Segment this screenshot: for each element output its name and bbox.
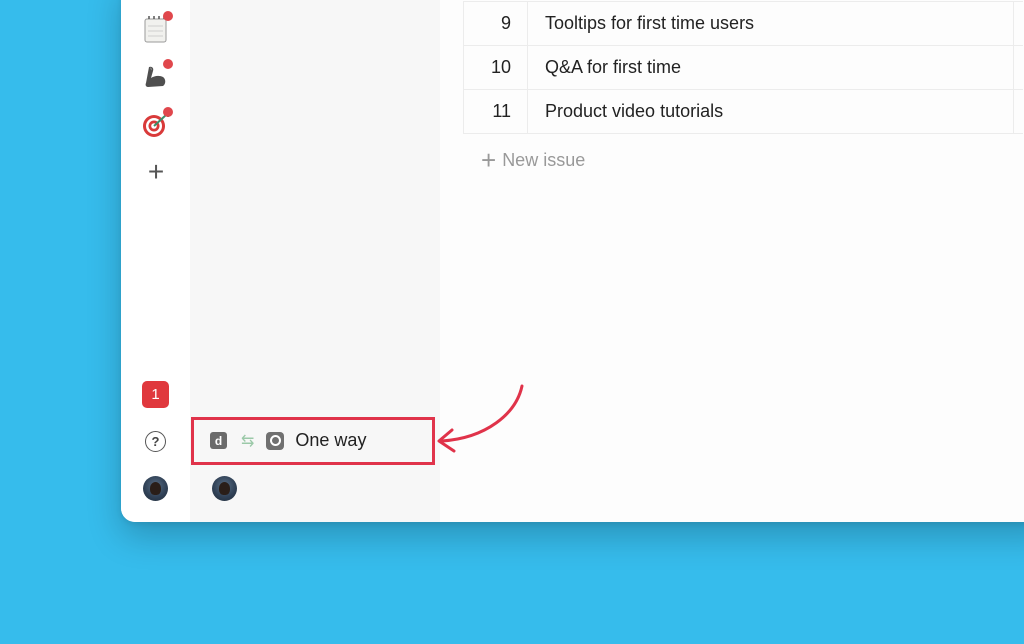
issue-title[interactable]: Q&A for first time [527, 45, 1014, 90]
issue-number: 11 [463, 89, 528, 134]
workspace-biceps[interactable] [141, 59, 173, 92]
notification-badge[interactable]: 1 [142, 381, 169, 408]
table-row[interactable]: 10 Q&A for first time [463, 45, 1023, 90]
issue-cell [1012, 89, 1023, 134]
highlight-box [191, 417, 435, 465]
issue-number: 10 [463, 45, 528, 90]
workspace-target[interactable] [141, 107, 173, 140]
annotation-arrow-icon [437, 384, 524, 453]
plus-icon: + [147, 156, 165, 187]
avatar[interactable] [212, 476, 237, 501]
new-issue-button[interactable]: + New issue [481, 147, 585, 173]
plus-icon: + [481, 145, 497, 175]
notification-dot [163, 107, 173, 117]
add-workspace-button[interactable]: + [141, 157, 171, 187]
notification-dot [163, 11, 173, 21]
workspace-rail: + 1 ? [121, 0, 190, 522]
avatar[interactable] [143, 476, 168, 501]
new-issue-label: New issue [502, 149, 586, 170]
workspace-notepad[interactable] [141, 11, 173, 44]
issue-title[interactable]: Tooltips for first time users [527, 1, 1014, 46]
notification-dot [163, 59, 173, 69]
issue-cell [1012, 45, 1023, 90]
table-row[interactable]: 9 Tooltips for first time users [463, 1, 1023, 46]
issues-table: 9 Tooltips for first time users 10 Q&A f… [463, 1, 1023, 134]
issue-number: 9 [463, 1, 528, 46]
table-row[interactable]: 11 Product video tutorials [463, 89, 1023, 134]
issue-cell [1012, 1, 1023, 46]
help-icon[interactable]: ? [145, 431, 166, 452]
issue-title[interactable]: Product video tutorials [527, 89, 1014, 134]
